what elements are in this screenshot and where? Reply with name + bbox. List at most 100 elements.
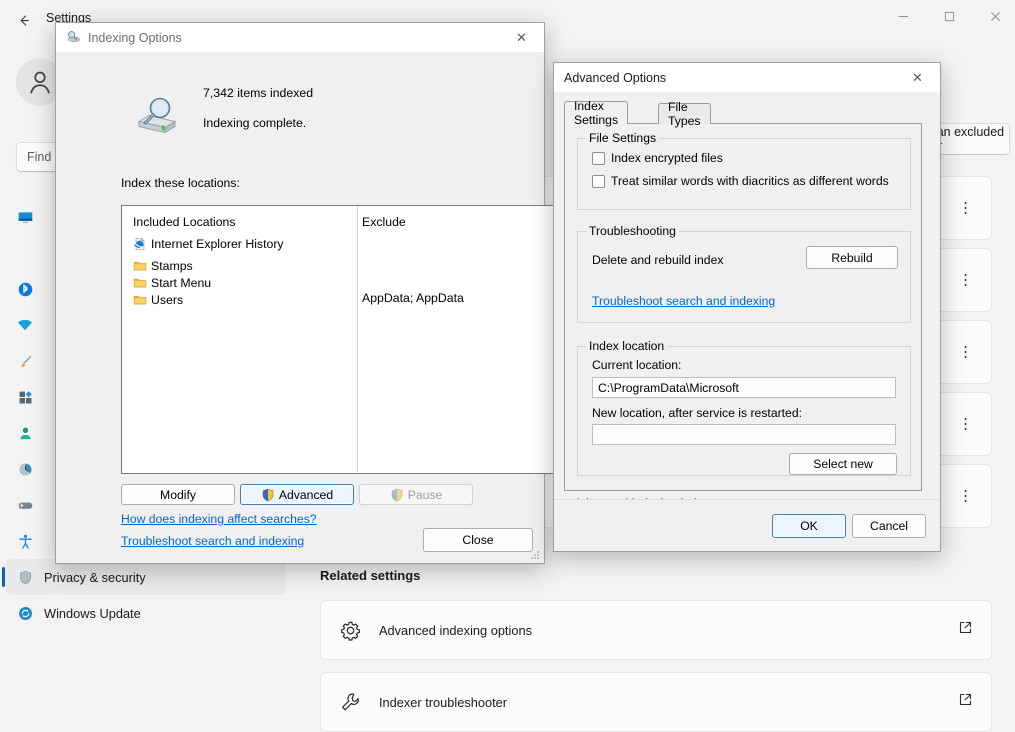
tab-label: File Types — [668, 100, 701, 128]
close-button-label: Close — [462, 533, 493, 547]
troubleshooting-group: Troubleshooting Delete and rebuild index… — [577, 231, 911, 323]
advanced-button[interactable]: Advanced — [240, 484, 354, 505]
close-window-button[interactable] — [972, 0, 1015, 32]
location-name: Internet Explorer History — [151, 237, 284, 251]
clock-icon — [6, 461, 44, 478]
accessibility-icon — [6, 533, 44, 550]
row-menu-icon[interactable]: ⋮ — [958, 273, 973, 288]
checkbox-label: Treat similar words with diacritics as d… — [611, 174, 889, 188]
bluetooth-icon — [6, 281, 44, 298]
current-location-label: Current location: — [592, 358, 681, 372]
sidebar-item-windows-update[interactable]: Windows Update — [6, 595, 286, 631]
sidebar-item-label: Windows Update — [44, 606, 141, 621]
gamepad-icon — [6, 497, 44, 514]
index-location-legend: Index location — [586, 339, 667, 353]
display-icon — [6, 209, 44, 226]
related-settings-heading: Related settings — [320, 568, 420, 583]
update-icon — [6, 605, 44, 622]
related-advanced-indexing-options[interactable]: Advanced indexing options — [320, 600, 992, 660]
row-menu-icon[interactable]: ⋮ — [958, 345, 973, 360]
person-icon — [6, 425, 44, 442]
index-location-group: Index location Current location: C:\Prog… — [577, 346, 911, 476]
gear-icon — [321, 620, 379, 641]
indexing-dialog-titlebar: Indexing Options ✕ — [56, 23, 544, 53]
pause-button-label: Pause — [408, 488, 443, 502]
modify-button-label: Modify — [160, 488, 196, 502]
cancel-button[interactable]: Cancel — [852, 514, 926, 538]
advanced-dialog-footer: OK Cancel — [554, 499, 940, 551]
advanced-button-label: Advanced — [279, 488, 333, 502]
table-row[interactable]: Start Menu — [133, 274, 211, 291]
wrench-icon — [321, 692, 379, 713]
troubleshoot-link[interactable]: Troubleshoot search and indexing — [121, 534, 304, 548]
tab-label: Index Settings — [574, 99, 618, 127]
location-name: Users — [151, 293, 183, 307]
modify-button[interactable]: Modify — [121, 484, 235, 505]
checkbox-treat-diacritics[interactable]: Treat similar words with diacritics as d… — [592, 174, 889, 188]
table-row[interactable]: Internet Explorer History — [133, 235, 284, 252]
drive-search-icon — [133, 89, 185, 141]
new-location-input[interactable] — [592, 424, 896, 445]
file-settings-legend: File Settings — [586, 131, 659, 145]
file-settings-group: File Settings Index encrypted files Trea… — [577, 138, 911, 210]
index-locations-label: Index these locations: — [121, 176, 240, 190]
external-link-icon — [958, 692, 973, 712]
uac-shield-icon — [390, 488, 404, 502]
uac-shield-icon — [261, 488, 275, 502]
row-menu-icon[interactable]: ⋮ — [958, 201, 973, 216]
current-location-value: C:\ProgramData\Microsoft — [598, 381, 739, 395]
included-locations-list[interactable]: Included Locations Exclude Internet Expl… — [121, 205, 591, 474]
table-row[interactable]: Stamps — [133, 257, 193, 274]
advanced-options-dialog: Advanced Options ✕ Index Settings File T… — [553, 62, 941, 552]
related-indexer-troubleshooter[interactable]: Indexer troubleshooter — [320, 672, 992, 732]
cancel-button-label: Cancel — [870, 519, 908, 533]
ie-history-icon — [133, 237, 151, 251]
tab-file-types[interactable]: File Types — [658, 103, 711, 124]
shield-icon — [6, 569, 44, 586]
select-new-button-label: Select new — [813, 457, 873, 471]
external-link-icon — [958, 620, 973, 640]
related-label: Advanced indexing options — [379, 623, 532, 638]
advanced-dialog-titlebar: Advanced Options ✕ — [554, 63, 940, 93]
checkbox-icon[interactable] — [592, 152, 605, 165]
sidebar-item-privacy-security[interactable]: Privacy & security — [6, 559, 286, 595]
minimize-button[interactable] — [880, 0, 926, 32]
row-menu-icon[interactable]: ⋮ — [958, 489, 973, 504]
row-menu-icon[interactable]: ⋮ — [958, 417, 973, 432]
troubleshoot-search-link[interactable]: Troubleshoot search and indexing — [592, 294, 775, 308]
indexing-state-status: Indexing complete. — [203, 116, 306, 130]
column-header-included: Included Locations — [133, 215, 236, 229]
checkbox-label: Index encrypted files — [611, 151, 723, 165]
wifi-icon — [6, 316, 44, 334]
indexing-dialog-title: Indexing Options — [88, 31, 182, 45]
back-button[interactable] — [8, 4, 40, 36]
tab-index-settings[interactable]: Index Settings — [564, 101, 628, 124]
current-location-field: C:\ProgramData\Microsoft — [592, 377, 896, 398]
rebuild-button-label: Rebuild — [831, 251, 872, 265]
column-header-exclude: Exclude — [362, 215, 406, 229]
advanced-dialog-title: Advanced Options — [564, 71, 666, 85]
indexing-options-dialog: Indexing Options ✕ 7,342 items indexed I… — [55, 22, 545, 564]
how-does-indexing-link[interactable]: How does indexing affect searches? — [121, 512, 317, 526]
rebuild-label: Delete and rebuild index — [592, 253, 723, 267]
checkbox-index-encrypted-files[interactable]: Index encrypted files — [592, 151, 723, 165]
pause-button: Pause — [359, 484, 473, 505]
resize-grip[interactable] — [530, 550, 540, 560]
rebuild-button[interactable]: Rebuild — [806, 246, 898, 269]
select-new-button[interactable]: Select new — [789, 453, 897, 475]
checkbox-icon[interactable] — [592, 175, 605, 188]
folder-icon — [133, 276, 151, 290]
new-location-label: New location, after service is restarted… — [592, 406, 802, 420]
index-settings-panel: File Settings Index encrypted files Trea… — [564, 123, 922, 491]
table-row[interactable]: Users — [133, 291, 183, 308]
troubleshooting-legend: Troubleshooting — [586, 224, 679, 238]
items-indexed-status: 7,342 items indexed — [203, 86, 313, 100]
column-divider — [357, 206, 358, 473]
close-icon[interactable]: ✕ — [895, 63, 940, 92]
ok-button[interactable]: OK — [772, 514, 846, 538]
apps-icon — [6, 389, 44, 406]
related-label: Indexer troubleshooter — [379, 695, 507, 710]
close-icon[interactable]: ✕ — [499, 23, 544, 52]
close-button[interactable]: Close — [423, 528, 533, 552]
maximize-button[interactable] — [926, 0, 972, 32]
